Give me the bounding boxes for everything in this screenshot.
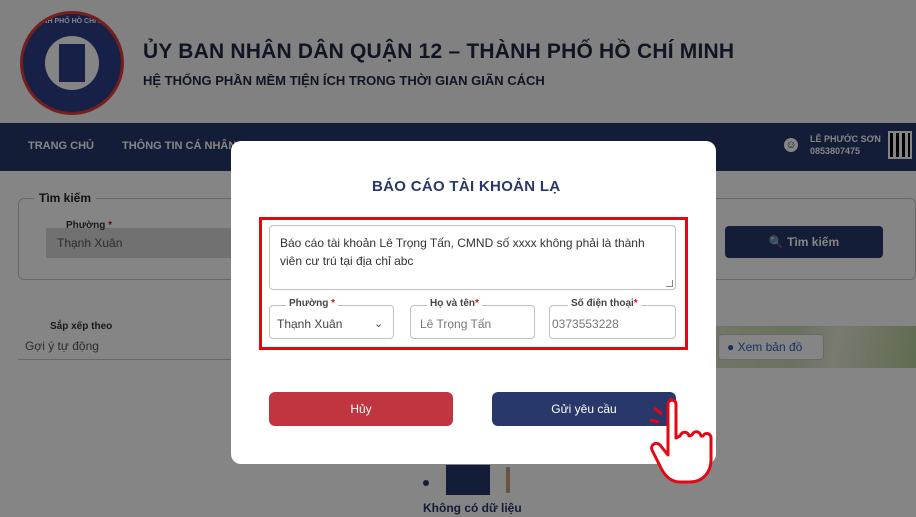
phone-field-label: Số điện thoại* <box>568 298 641 309</box>
ward-field-label: Phường * <box>286 298 339 309</box>
resize-handle[interactable] <box>666 280 673 287</box>
modal-title: BÁO CÁO TÀI KHOẢN LẠ <box>372 178 561 195</box>
report-textarea[interactable]: Báo cáo tài khoản Lê Trọng Tấn, CMND số … <box>269 225 676 290</box>
phone-field-value: 0373553228 <box>552 317 619 331</box>
pointing-hand-icon <box>649 398 713 484</box>
report-text: Báo cáo tài khoản Lê Trọng Tấn, CMND số … <box>280 236 645 268</box>
ward-field-value: Thạnh Xuân <box>277 317 343 331</box>
chevron-down-icon[interactable]: ⌄ <box>374 317 383 330</box>
name-field-label: Họ và tên* <box>427 298 482 309</box>
name-field-value: Lê Trọng Tấn <box>420 317 492 331</box>
cancel-button[interactable]: Hủy <box>269 392 453 426</box>
